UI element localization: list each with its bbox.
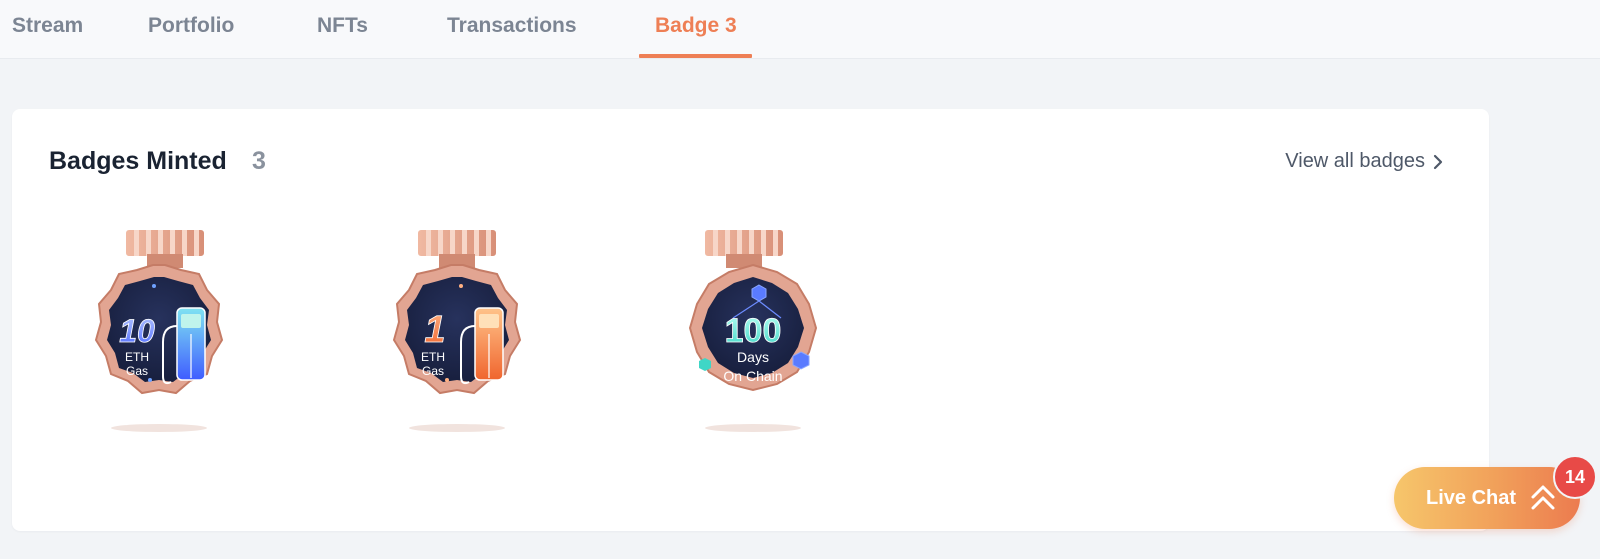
tab-stream[interactable]: Stream bbox=[12, 14, 83, 38]
live-chat-label: Live Chat bbox=[1426, 486, 1517, 509]
tab-bar: Stream Portfolio NFTs Transactions Badge… bbox=[0, 0, 1600, 59]
badge-line1: ETH bbox=[125, 350, 149, 364]
badge-line1: Days bbox=[737, 349, 769, 365]
badge-number: 1 bbox=[424, 309, 445, 351]
badge-line2: Gas bbox=[422, 364, 444, 378]
badge-line1: ETH bbox=[421, 350, 445, 364]
tab-transactions[interactable]: Transactions bbox=[447, 14, 577, 38]
badges-title: Badges Minted bbox=[49, 147, 227, 175]
badge-100-days-on-chain[interactable]: 100 Days On Chain bbox=[673, 230, 833, 440]
badge-number: 10 bbox=[119, 313, 155, 349]
badge-line2: On Chain bbox=[723, 368, 782, 384]
badge-1-eth-gas[interactable]: 1 ETH Gas bbox=[377, 230, 537, 440]
tab-badge[interactable]: Badge 3 bbox=[655, 14, 737, 38]
badge-line2: Gas bbox=[126, 364, 148, 378]
medal-ribbon bbox=[126, 230, 204, 268]
view-all-badges-label: View all badges bbox=[1285, 150, 1425, 172]
active-tab-indicator bbox=[639, 54, 752, 58]
tab-portfolio[interactable]: Portfolio bbox=[148, 14, 234, 38]
badges-card: Badges Minted 3 View all badges 10 ETH G… bbox=[12, 109, 1489, 531]
chevron-right-icon bbox=[1433, 154, 1443, 169]
view-all-badges-link[interactable]: View all badges bbox=[1285, 150, 1443, 173]
badge-number: 100 bbox=[725, 312, 782, 350]
badges-count: 3 bbox=[252, 147, 266, 175]
double-chevron-up-icon bbox=[1531, 485, 1555, 510]
badge-10-eth-gas[interactable]: 10 ETH Gas bbox=[79, 230, 239, 440]
medal-ribbon bbox=[705, 230, 783, 268]
tab-nfts[interactable]: NFTs bbox=[317, 14, 368, 38]
unread-count-badge: 14 bbox=[1553, 455, 1597, 499]
medal-ribbon bbox=[418, 230, 496, 268]
